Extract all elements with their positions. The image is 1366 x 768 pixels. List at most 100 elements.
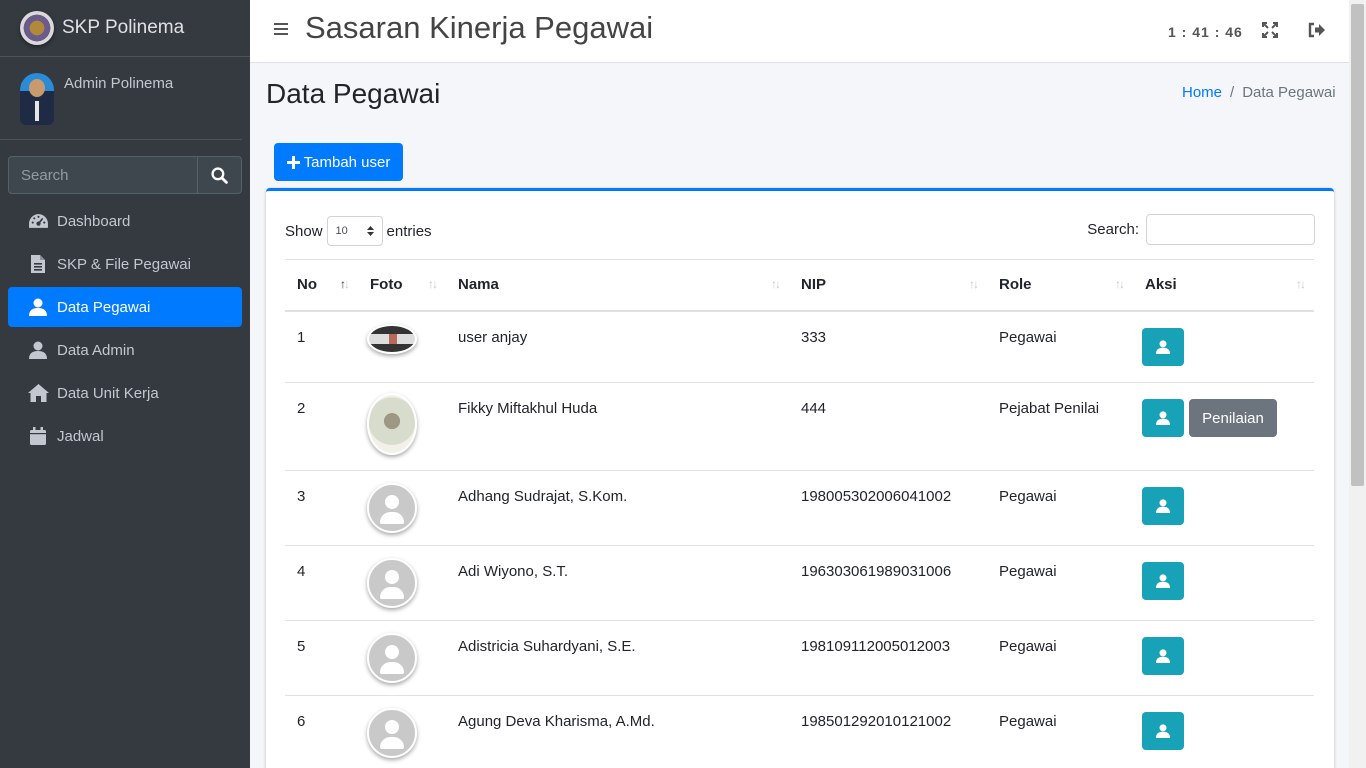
edit-user-button[interactable] xyxy=(1142,487,1184,525)
add-user-label: Tambah user xyxy=(303,153,391,171)
table-row: 1 user anjay 333 Pegawai xyxy=(285,310,1314,383)
sidebar-item-jadwal[interactable]: Jadwal xyxy=(8,416,242,456)
sidebar-item-label: Data Unit Kerja xyxy=(57,384,159,402)
employee-table-card: Show 10 entries Search: No ↑↓ Foto ↑↓ Nama… xyxy=(266,188,1334,768)
user-icon xyxy=(1156,339,1170,354)
cell-no: 6 xyxy=(285,695,358,768)
edit-user-button[interactable] xyxy=(1142,399,1184,437)
table-row: 3 Adhang Sudrajat, S.Kom. 19800530200604… xyxy=(285,470,1314,546)
brand-name: SKP Polinema xyxy=(62,17,185,38)
menu-toggle-button[interactable] xyxy=(274,22,288,41)
employee-photo xyxy=(367,323,417,354)
employee-table: No ↑↓ Foto ↑↓ Nama ↑↓ NIP ↑↓ Role ↑↓ Aksi ↑↓ 1… xyxy=(285,259,1314,768)
cell-aksi: Penilaian xyxy=(1133,382,1314,471)
user-avatar xyxy=(20,73,54,125)
user-panel: Admin Polinema xyxy=(0,57,242,140)
cell-aksi xyxy=(1133,310,1314,383)
user-icon xyxy=(1156,724,1170,738)
column-header-nip[interactable]: NIP ↑↓ xyxy=(789,259,987,312)
fullscreen-button[interactable] xyxy=(1262,22,1278,43)
top-navbar: Sasaran Kinerja Pegawai 1 : 41 : 46 xyxy=(250,0,1349,63)
sidebar-search-button[interactable] xyxy=(197,156,242,194)
logout-icon xyxy=(1308,22,1325,38)
sidebar-item-data-pegawai[interactable]: Data Pegawai xyxy=(8,287,242,327)
penilaian-button[interactable]: Penilaian xyxy=(1189,399,1277,437)
breadcrumb-separator: / xyxy=(1230,84,1235,101)
column-header-role[interactable]: Role ↑↓ xyxy=(987,259,1133,312)
table-search-input[interactable] xyxy=(1146,214,1315,245)
add-user-button[interactable]: Tambah user xyxy=(274,143,403,181)
sort-icon: ↑↓ xyxy=(340,277,350,291)
cell-aksi xyxy=(1133,695,1314,768)
sidebar-item-data-unit-kerja[interactable]: Data Unit Kerja xyxy=(8,373,242,413)
cell-role: Pegawai xyxy=(987,470,1133,546)
cell-foto xyxy=(358,545,446,621)
edit-user-button[interactable] xyxy=(1142,562,1184,600)
cell-role: Pegawai xyxy=(987,620,1133,696)
breadcrumb-current: Data Pegawai xyxy=(1242,84,1336,101)
page-title: Data Pegawai xyxy=(266,78,441,109)
brand-link[interactable]: SKP Polinema xyxy=(0,0,250,57)
file-icon xyxy=(31,255,45,273)
dashboard-icon xyxy=(28,214,48,228)
sidebar-item-label: Data Admin xyxy=(57,341,135,359)
sidebar-item-label: SKP & File Pegawai xyxy=(57,255,191,273)
sort-icon: ↑↓ xyxy=(1115,277,1125,291)
user-icon xyxy=(29,341,47,359)
sort-icon: ↑↓ xyxy=(428,277,438,291)
default-avatar-icon xyxy=(367,708,417,758)
user-icon xyxy=(1156,411,1170,425)
sidebar-search-input[interactable] xyxy=(8,156,197,194)
user-icon xyxy=(1156,574,1170,588)
table-row: 5 Adistricia Suhardyani, S.E. 1981091120… xyxy=(285,620,1314,696)
plus-icon xyxy=(286,155,300,169)
cell-no: 1 xyxy=(285,310,358,383)
scrollbar-thumb[interactable] xyxy=(1351,4,1364,486)
cell-no: 4 xyxy=(285,545,358,621)
column-header-aksi[interactable]: Aksi ↑↓ xyxy=(1133,259,1314,312)
user-name[interactable]: Admin Polinema xyxy=(64,75,173,92)
cell-foto xyxy=(358,382,446,471)
table-search: Search: xyxy=(1087,214,1315,245)
sort-icon: ↑↓ xyxy=(1296,277,1306,291)
sort-icon: ↑↓ xyxy=(771,277,781,291)
cell-no: 3 xyxy=(285,470,358,546)
column-header-foto[interactable]: Foto ↑↓ xyxy=(358,259,446,312)
cell-aksi xyxy=(1133,545,1314,621)
cell-aksi xyxy=(1133,470,1314,546)
sidebar-item-label: Dashboard xyxy=(57,212,131,230)
entries-length-control: Show 10 entries xyxy=(285,216,432,246)
cell-nama: Adhang Sudrajat, S.Kom. xyxy=(446,470,789,546)
polinema-logo xyxy=(20,11,54,45)
cell-foto xyxy=(358,695,446,768)
cell-nip: 198501292010121002 xyxy=(789,695,987,768)
cell-nama: Adistricia Suhardyani, S.E. xyxy=(446,620,789,696)
hamburger-icon xyxy=(274,23,288,35)
expand-icon xyxy=(1262,22,1278,38)
sidebar-search xyxy=(8,156,242,194)
entries-value: 10 xyxy=(335,225,348,237)
edit-user-button[interactable] xyxy=(1142,327,1184,366)
cell-foto xyxy=(358,310,446,383)
entries-select[interactable]: 10 xyxy=(326,216,383,246)
cell-nip: 198005302006041002 xyxy=(789,470,987,546)
sidebar-item-skp-file[interactable]: SKP & File Pegawai xyxy=(8,244,242,284)
edit-user-button[interactable] xyxy=(1142,637,1184,675)
column-header-nama[interactable]: Nama ↑↓ xyxy=(446,259,789,312)
user-icon xyxy=(1156,649,1170,663)
sidebar-nav: Dashboard SKP & File Pegawai Data Pegawa… xyxy=(8,201,242,459)
page-scrollbar[interactable] xyxy=(1349,0,1366,768)
default-avatar-icon xyxy=(367,558,417,608)
cell-no: 2 xyxy=(285,382,358,471)
cell-nip: 196303061989031006 xyxy=(789,545,987,621)
user-icon xyxy=(1156,499,1170,513)
sidebar-item-label: Jadwal xyxy=(57,427,104,445)
cell-no: 5 xyxy=(285,620,358,696)
column-header-no[interactable]: No ↑↓ xyxy=(285,259,358,312)
sidebar-item-dashboard[interactable]: Dashboard xyxy=(8,201,242,241)
table-row: 4 Adi Wiyono, S.T. 196303061989031006 Pe… xyxy=(285,545,1314,621)
logout-button[interactable] xyxy=(1308,22,1326,43)
edit-user-button[interactable] xyxy=(1142,712,1184,750)
sidebar-item-data-admin[interactable]: Data Admin xyxy=(8,330,242,370)
breadcrumb-home-link[interactable]: Home xyxy=(1182,84,1222,101)
